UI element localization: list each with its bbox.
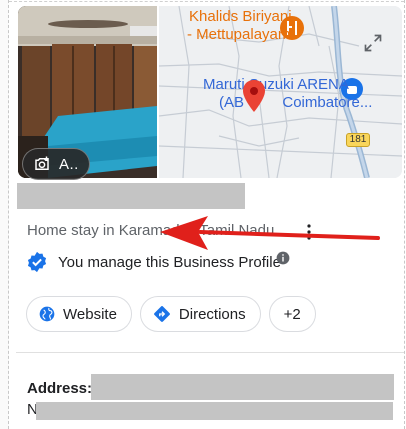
address-line2-redacted [36,402,393,420]
website-button[interactable]: Website [26,296,132,332]
dealer-sublabel-part2: Coimbatore... [282,94,373,111]
info-icon[interactable] [276,251,290,265]
location-map[interactable]: Khalids Biriyani - Mettupalayam Maruti S… [159,6,402,178]
section-divider [16,352,404,353]
globe-icon [39,306,55,322]
directions-icon [154,306,170,322]
more-actions-button[interactable]: +2 [268,296,316,332]
left-frame [0,0,9,429]
business-category: Home stay in Karamadai, Tamil Nadu [27,222,275,239]
add-photo-icon [35,156,49,170]
verified-badge-icon [27,251,47,273]
add-photo-label: A.. [59,155,79,173]
location-pin-icon [243,80,265,112]
road-number-badge: 181 [346,133,370,147]
more-options-icon[interactable] [306,224,312,240]
restaurant-area-label: - Mettupalayam [187,26,291,43]
website-label: Website [63,305,117,323]
manage-profile-text: You manage this Business Profile [58,253,281,271]
dealer-label[interactable]: Maruti Suzuki ARENA [203,76,349,94]
action-chips: Website Directions +2 [26,296,316,332]
more-actions-label: +2 [283,305,301,323]
address-redacted [91,374,394,400]
restaurant-label[interactable]: Khalids Biriyani [189,8,292,26]
business-name-redacted [17,183,245,209]
address-label: Address: [27,380,93,397]
manage-profile-row: You manage this Business Profile [26,251,281,273]
dealer-sublabel-part1: (AB [219,94,245,111]
directions-button[interactable]: Directions [139,296,261,332]
add-photo-button[interactable]: A.. [22,148,90,180]
dealer-sublabel: (AB Coimbatore... [219,94,372,112]
directions-label: Directions [178,305,246,323]
top-frame [9,0,404,2]
expand-map-button[interactable] [358,28,388,58]
expand-icon [364,34,382,52]
